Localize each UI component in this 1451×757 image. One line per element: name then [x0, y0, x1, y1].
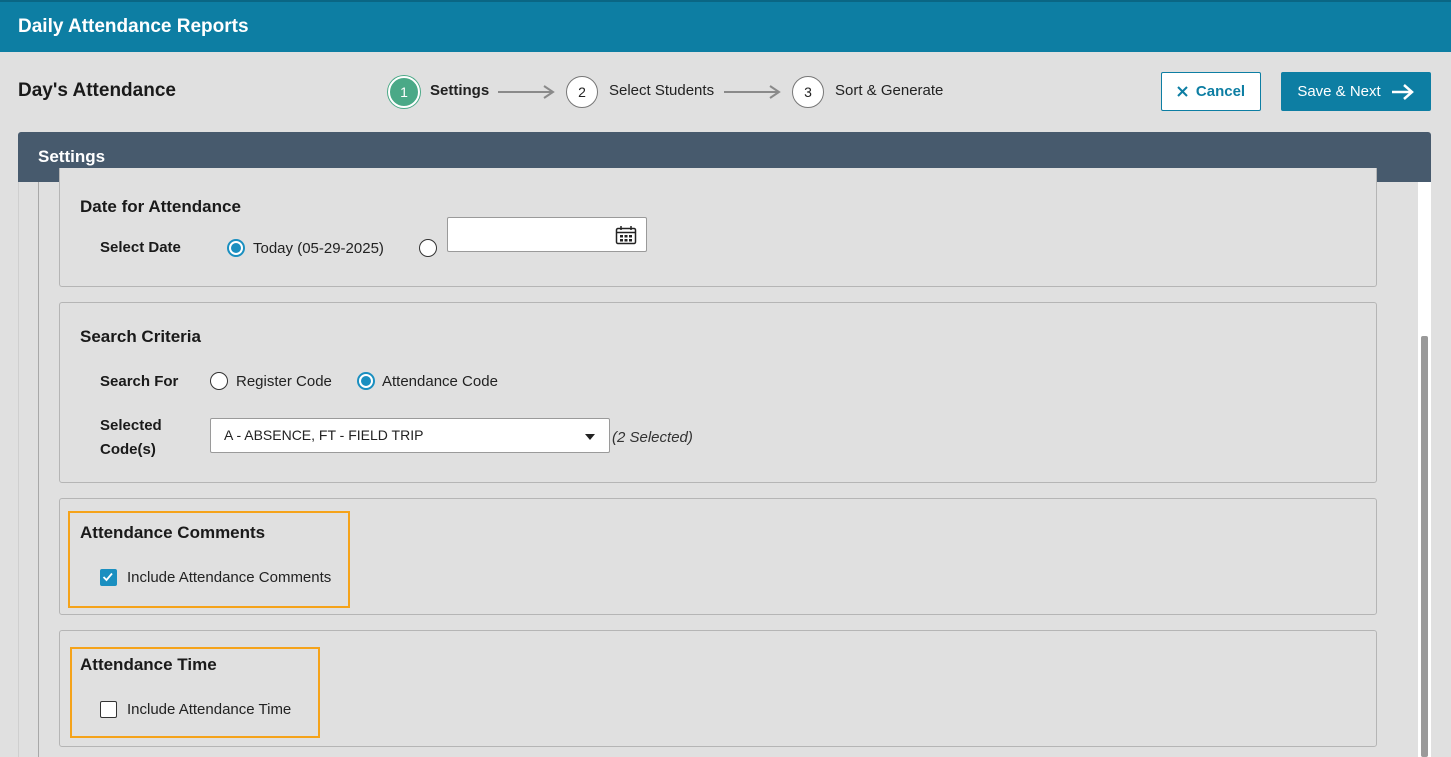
- attendance-comments-title: Attendance Comments: [80, 523, 266, 542]
- search-criteria-title: Search Criteria: [80, 327, 201, 346]
- save-next-button[interactable]: Save & Next: [1281, 72, 1431, 111]
- close-icon: [1177, 86, 1188, 97]
- scrollbar-thumb[interactable]: [1421, 336, 1428, 757]
- app-title-bar: Daily Attendance Reports: [0, 0, 1451, 52]
- include-time-label: Include Attendance Time: [127, 701, 292, 718]
- register-code-radio[interactable]: [210, 372, 228, 390]
- step-arrow-icon: [724, 85, 781, 99]
- date-section-title: Date for Attendance: [80, 197, 241, 216]
- custom-date-input[interactable]: [447, 217, 647, 252]
- step-arrow-icon: [498, 85, 555, 99]
- include-time-checkbox[interactable]: [100, 701, 117, 718]
- cancel-button[interactable]: Cancel: [1161, 72, 1261, 111]
- step-3-indicator: 3: [792, 76, 824, 108]
- step-3-label: Sort & Generate: [835, 82, 944, 99]
- include-comments-label: Include Attendance Comments: [127, 569, 332, 586]
- content-divider: [38, 182, 39, 757]
- attendance-code-label: Attendance Code: [382, 373, 498, 390]
- calendar-icon[interactable]: [615, 225, 637, 245]
- date-section: Date for Attendance Select Date Today (0…: [59, 168, 1377, 287]
- selected-codes-dropdown[interactable]: A - ABSENCE, FT - FIELD TRIP: [210, 418, 610, 453]
- search-criteria-section: Search Criteria Search For Register Code…: [59, 302, 1377, 483]
- attendance-code-radio[interactable]: [357, 372, 375, 390]
- arrow-right-icon: [1391, 83, 1414, 100]
- step-1-label: Settings: [430, 82, 490, 99]
- step-2-label: Select Students: [609, 82, 715, 99]
- register-code-label: Register Code: [236, 373, 332, 390]
- step-1-indicator: 1: [388, 76, 420, 108]
- today-radio[interactable]: [227, 239, 245, 257]
- checkmark-icon: [102, 572, 113, 582]
- cancel-button-label: Cancel: [1195, 83, 1246, 100]
- attendance-comments-section: Attendance Comments Include Attendance C…: [59, 498, 1377, 615]
- chevron-down-icon: [585, 434, 595, 440]
- page-title: Day's Attendance: [18, 80, 176, 101]
- step-2-indicator: 2: [566, 76, 598, 108]
- custom-date-radio[interactable]: [419, 239, 437, 257]
- save-next-button-label: Save & Next: [1297, 83, 1381, 100]
- search-for-label: Search For: [100, 373, 179, 390]
- app-title: Daily Attendance Reports: [18, 16, 249, 37]
- selected-count-note: (2 Selected): [612, 429, 693, 446]
- attendance-time-title: Attendance Time: [80, 655, 217, 674]
- selected-codes-value: A - ABSENCE, FT - FIELD TRIP: [224, 427, 424, 443]
- selected-codes-label-line2: Code(s): [100, 441, 156, 458]
- today-radio-label: Today (05-29-2025): [253, 240, 384, 257]
- select-date-label: Select Date: [100, 239, 181, 256]
- settings-panel-title: Settings: [38, 147, 106, 166]
- attendance-time-section: Attendance Time Include Attendance Time: [59, 630, 1377, 747]
- selected-codes-label-line1: Selected: [100, 417, 162, 434]
- include-comments-checkbox[interactable]: [100, 569, 117, 586]
